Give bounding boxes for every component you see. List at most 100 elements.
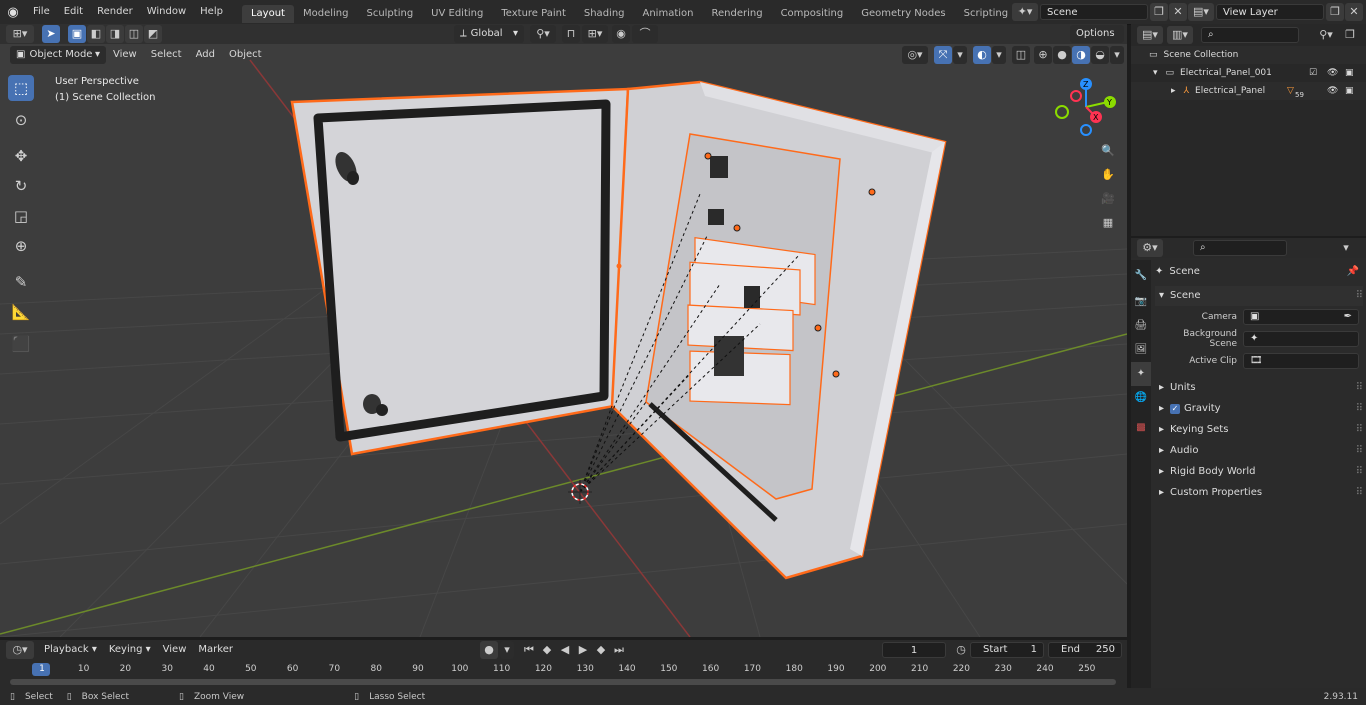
outliner-search-input[interactable]: ⌕ [1201,27,1299,43]
blender-logo-icon[interactable]: ◉ [0,5,26,20]
expand-arrow-icon[interactable]: ▸ [1171,82,1176,100]
view-layer-selector[interactable]: ▤▾ View Layer ❐ ✕ [1188,3,1363,21]
transform-tool-icon[interactable]: ⊕ [8,233,34,259]
drag-handle-icon[interactable]: ⠿ [1356,420,1363,440]
background-scene-field[interactable]: ✦ [1243,331,1359,347]
camera-field[interactable]: ▣ ✒ [1243,309,1359,325]
render-tab-icon[interactable]: 📷 [1131,290,1151,314]
measure-tool-icon[interactable]: 📐 [8,299,34,325]
wireframe-shading-icon[interactable]: ⊕ [1034,46,1052,64]
tab-scripting[interactable]: Scripting [955,5,1017,23]
viewport-menu-view[interactable]: View [106,46,144,64]
annotate-tool-icon[interactable]: ✎ [8,269,34,295]
scene-name-field[interactable]: Scene [1040,4,1148,20]
texture-tab-icon[interactable]: ▩ [1131,416,1151,440]
drag-handle-icon[interactable]: ⠿ [1356,441,1363,461]
properties-editor-icon[interactable]: ⚙▾ [1137,239,1163,257]
active-clip-field[interactable]: 🎞 [1243,353,1359,369]
tab-compositing[interactable]: Compositing [772,5,853,23]
menu-help[interactable]: Help [193,0,230,24]
move-tool-icon[interactable]: ✥ [8,143,34,169]
solid-shading-icon[interactable]: ● [1053,46,1071,64]
snap-icon[interactable]: ⊓ [562,25,580,43]
display-mode-icon[interactable]: ▥▾ [1167,26,1193,44]
visibility-icon[interactable]: ◎▾ [902,46,928,64]
mode-dropdown[interactable]: ▣ Object Mode ▾ [10,46,106,64]
tab-layout[interactable]: Layout [241,4,294,23]
properties-search-input[interactable]: ⌕ [1193,240,1287,256]
shading-dropdown-icon[interactable]: ▾ [1110,46,1124,64]
outliner-row-collection[interactable]: ▾ ▭ Electrical_Panel_001 ☑ 👁 ▣ [1131,64,1366,82]
editor-type-icon[interactable]: ⊞▾ [6,25,34,43]
camera-view-icon[interactable]: 🎥 [1098,190,1118,210]
panel-custom-properties[interactable]: ▸ Custom Properties ⠿ [1155,483,1363,503]
new-view-layer-icon[interactable]: ❐ [1326,3,1344,21]
tab-texture-paint[interactable]: Texture Paint [492,5,575,23]
select-tool-icon[interactable]: ➤ [42,25,60,43]
tab-shading[interactable]: Shading [575,5,634,23]
zoom-icon[interactable]: 🔍 [1098,142,1118,162]
select-extend-icon[interactable]: ◧ [87,25,105,43]
scale-tool-icon[interactable]: ◲ [8,203,34,229]
xray-icon[interactable]: ◫ [1012,46,1030,64]
eye-icon[interactable]: 👁 [1327,64,1338,82]
outliner-row-object[interactable]: ▸ ⅄ Electrical_Panel ▽ 59 👁 ▣ [1131,82,1366,100]
options-button[interactable]: Options ▾ [1070,25,1124,57]
delete-scene-icon[interactable]: ✕ [1169,3,1187,21]
panel-gravity[interactable]: ▸ ✓ Gravity ⠿ [1155,399,1363,419]
tab-geometry-nodes[interactable]: Geometry Nodes [852,5,954,23]
modifier-icon[interactable]: ▽ [1287,82,1294,100]
view-layer-field[interactable]: View Layer [1216,4,1324,20]
select-invert-icon[interactable]: ◫ [125,25,143,43]
viewport-menu-select[interactable]: Select [144,46,189,64]
panel-keying-sets[interactable]: ▸ Keying Sets ⠿ [1155,420,1363,440]
ortho-grid-icon[interactable]: ▦ [1098,214,1118,234]
world-tab-icon[interactable]: 🌐 [1131,386,1151,410]
menu-file[interactable]: File [26,0,57,24]
add-cube-tool-icon[interactable]: ⬛ [8,331,34,357]
transform-orientation-dropdown[interactable]: ⟂ Global ▾ [454,25,524,43]
drag-handle-icon[interactable]: ⠿ [1356,378,1363,398]
outliner-row-scene-collection[interactable]: ▭ Scene Collection [1131,46,1366,64]
tab-animation[interactable]: Animation [634,5,703,23]
tool-tab-icon[interactable]: 🔧 [1131,264,1151,288]
menu-edit[interactable]: Edit [57,0,90,24]
neg-y-handle[interactable] [1055,105,1069,119]
tab-modeling[interactable]: Modeling [294,5,358,23]
scene-tab-icon[interactable]: ✦ [1131,362,1151,386]
new-scene-icon[interactable]: ❐ [1150,3,1168,21]
delete-view-layer-icon[interactable]: ✕ [1345,3,1363,21]
proportional-edit-icon[interactable]: ◉ [612,25,630,43]
panel-door[interactable] [290,87,630,456]
select-new-icon[interactable]: ▣ [68,25,86,43]
pin-icon[interactable]: 📌 [1347,262,1359,282]
neg-z-handle[interactable] [1080,124,1092,136]
drag-handle-icon[interactable]: ⠿ [1356,399,1363,419]
3d-viewport[interactable] [0,44,1127,637]
3d-cursor-icon[interactable] [568,480,592,504]
new-collection-icon[interactable]: ❐ [1341,26,1359,44]
camera-render-icon[interactable]: ▣ [1345,82,1354,100]
snap-target-icon[interactable]: ⊞▾ [582,25,608,43]
select-intersect-icon[interactable]: ◩ [144,25,162,43]
pan-hand-icon[interactable]: ✋ [1098,166,1118,186]
falloff-icon[interactable]: ⌒ [632,25,658,43]
camera-render-icon[interactable]: ▣ [1345,64,1354,82]
menu-window[interactable]: Window [140,0,193,24]
scene-selector[interactable]: ✦▾ Scene ❐ ✕ [1012,3,1187,21]
panel-units[interactable]: ▸ Units ⠿ [1155,378,1363,398]
eyedropper-icon[interactable]: ✒ [1344,309,1352,325]
overlay-toggle-icon[interactable]: ◐ [973,46,991,64]
scene-section-header[interactable]: ▾ Scene ⠿ [1155,286,1363,306]
tab-rendering[interactable]: Rendering [702,5,771,23]
panel-audio[interactable]: ▸ Audio ⠿ [1155,441,1363,461]
gizmo-toggle-icon[interactable]: ⤧ [934,46,952,64]
drag-handle-icon[interactable]: ⠿ [1356,462,1363,482]
menu-render[interactable]: Render [90,0,140,24]
select-subtract-icon[interactable]: ◨ [106,25,124,43]
pivot-icon[interactable]: ⚲▾ [530,25,556,43]
tab-sculpting[interactable]: Sculpting [357,5,422,23]
tab-uv-editing[interactable]: UV Editing [422,5,492,23]
material-shading-icon[interactable]: ◑ [1072,46,1090,64]
gizmo-dropdown-icon[interactable]: ▾ [953,46,967,64]
